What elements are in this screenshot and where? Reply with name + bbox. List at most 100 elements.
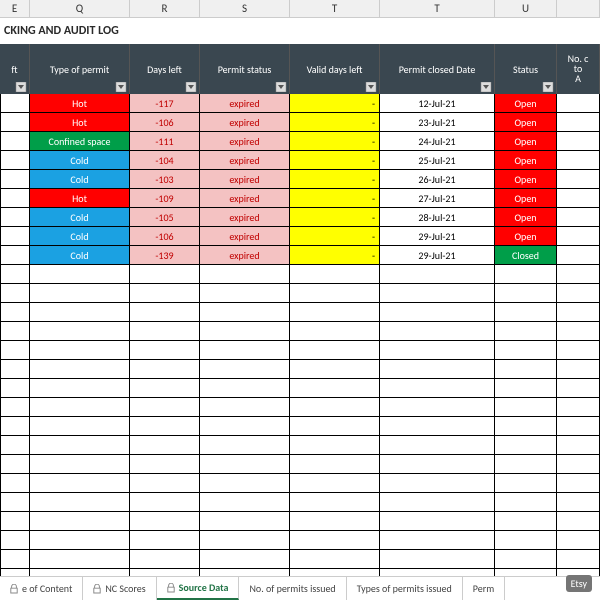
table-row[interactable] bbox=[0, 569, 600, 576]
cell[interactable] bbox=[557, 246, 600, 265]
status-cell[interactable]: Closed bbox=[495, 246, 557, 265]
header-cell[interactable]: Valid days left bbox=[290, 44, 380, 94]
filter-dropdown-icon[interactable] bbox=[542, 82, 554, 92]
col-letter[interactable]: R bbox=[130, 0, 200, 17]
col-letter[interactable]: T bbox=[380, 0, 495, 17]
col-letter[interactable] bbox=[557, 0, 600, 17]
header-cell[interactable]: Permit closed Date bbox=[380, 44, 495, 94]
col-letter[interactable]: S bbox=[200, 0, 290, 17]
col-letter[interactable]: U bbox=[495, 0, 557, 17]
closed-date-cell[interactable]: 26-Jul-21 bbox=[380, 170, 495, 189]
permit-status-cell[interactable]: expired bbox=[200, 94, 290, 113]
header-cell[interactable]: Permit status bbox=[200, 44, 290, 94]
table-row[interactable] bbox=[0, 531, 600, 550]
valid-days-cell[interactable]: - bbox=[290, 113, 380, 132]
cell[interactable] bbox=[557, 189, 600, 208]
filter-dropdown-icon[interactable] bbox=[365, 82, 377, 92]
status-cell[interactable]: Open bbox=[495, 94, 557, 113]
permit-status-cell[interactable]: expired bbox=[200, 113, 290, 132]
cell[interactable] bbox=[0, 151, 30, 170]
header-cell[interactable]: Days left bbox=[130, 44, 200, 94]
permit-type-cell[interactable]: Confined space bbox=[30, 132, 130, 151]
sheet-tab[interactable]: NC Scores bbox=[83, 577, 156, 600]
filter-dropdown-icon[interactable] bbox=[275, 82, 287, 92]
table-row[interactable] bbox=[0, 303, 600, 322]
filter-dropdown-icon[interactable] bbox=[115, 82, 127, 92]
cell[interactable] bbox=[557, 132, 600, 151]
cell[interactable] bbox=[0, 170, 30, 189]
days-left-cell[interactable]: -111 bbox=[130, 132, 200, 151]
status-cell[interactable]: Open bbox=[495, 151, 557, 170]
valid-days-cell[interactable]: - bbox=[290, 132, 380, 151]
table-row[interactable]: Hot-106expired-23-Jul-21Open bbox=[0, 113, 600, 132]
permit-status-cell[interactable]: expired bbox=[200, 227, 290, 246]
table-row[interactable]: Hot-117expired-12-Jul-21Open bbox=[0, 94, 600, 113]
cell[interactable] bbox=[0, 94, 30, 113]
permit-type-cell[interactable]: Cold bbox=[30, 170, 130, 189]
cell[interactable] bbox=[0, 113, 30, 132]
col-letter[interactable]: E bbox=[0, 0, 30, 17]
permit-status-cell[interactable]: expired bbox=[200, 132, 290, 151]
grid-body[interactable]: Hot-117expired-12-Jul-21OpenHot-106expir… bbox=[0, 94, 600, 576]
table-row[interactable]: Cold-103expired-26-Jul-21Open bbox=[0, 170, 600, 189]
status-cell[interactable]: Open bbox=[495, 189, 557, 208]
header-cell[interactable]: ft bbox=[0, 44, 30, 94]
permit-type-cell[interactable]: Hot bbox=[30, 94, 130, 113]
table-row[interactable] bbox=[0, 455, 600, 474]
table-row[interactable]: Cold-106expired-29-Jul-21Open bbox=[0, 227, 600, 246]
sheet-tab[interactable]: No. of permits issued bbox=[239, 577, 346, 600]
days-left-cell[interactable]: -106 bbox=[130, 227, 200, 246]
status-cell[interactable]: Open bbox=[495, 132, 557, 151]
table-row[interactable] bbox=[0, 379, 600, 398]
valid-days-cell[interactable]: - bbox=[290, 151, 380, 170]
filter-dropdown-icon[interactable] bbox=[185, 82, 197, 92]
table-row[interactable] bbox=[0, 474, 600, 493]
permit-status-cell[interactable]: expired bbox=[200, 170, 290, 189]
table-row[interactable]: Hot-109expired-27-Jul-21Open bbox=[0, 189, 600, 208]
cell[interactable] bbox=[0, 246, 30, 265]
permit-type-cell[interactable]: Cold bbox=[30, 151, 130, 170]
closed-date-cell[interactable]: 12-Jul-21 bbox=[380, 94, 495, 113]
sheet-tab[interactable]: Types of permits issued bbox=[347, 577, 463, 600]
status-cell[interactable]: Open bbox=[495, 227, 557, 246]
cell[interactable] bbox=[557, 94, 600, 113]
table-row[interactable] bbox=[0, 322, 600, 341]
days-left-cell[interactable]: -105 bbox=[130, 208, 200, 227]
table-row[interactable]: Cold-139expired-29-Jul-21Closed bbox=[0, 246, 600, 265]
days-left-cell[interactable]: -139 bbox=[130, 246, 200, 265]
cell[interactable] bbox=[557, 227, 600, 246]
table-row[interactable] bbox=[0, 265, 600, 284]
table-row[interactable] bbox=[0, 550, 600, 569]
header-cell[interactable]: No. c to A bbox=[557, 44, 600, 94]
table-row[interactable]: Cold-104expired-25-Jul-21Open bbox=[0, 151, 600, 170]
table-row[interactable] bbox=[0, 398, 600, 417]
closed-date-cell[interactable]: 28-Jul-21 bbox=[380, 208, 495, 227]
days-left-cell[interactable]: -106 bbox=[130, 113, 200, 132]
table-row[interactable] bbox=[0, 417, 600, 436]
filter-dropdown-icon[interactable] bbox=[15, 82, 27, 92]
filter-dropdown-icon[interactable] bbox=[480, 82, 492, 92]
sheet-tab[interactable]: Perm bbox=[463, 577, 505, 600]
table-row[interactable] bbox=[0, 284, 600, 303]
table-row[interactable]: Cold-105expired-28-Jul-21Open bbox=[0, 208, 600, 227]
status-cell[interactable]: Open bbox=[495, 113, 557, 132]
closed-date-cell[interactable]: 29-Jul-21 bbox=[380, 246, 495, 265]
valid-days-cell[interactable]: - bbox=[290, 94, 380, 113]
table-row[interactable] bbox=[0, 360, 600, 379]
days-left-cell[interactable]: -117 bbox=[130, 94, 200, 113]
closed-date-cell[interactable]: 27-Jul-21 bbox=[380, 189, 495, 208]
cell[interactable] bbox=[557, 113, 600, 132]
closed-date-cell[interactable]: 29-Jul-21 bbox=[380, 227, 495, 246]
status-cell[interactable]: Open bbox=[495, 208, 557, 227]
permit-status-cell[interactable]: expired bbox=[200, 189, 290, 208]
table-row[interactable] bbox=[0, 493, 600, 512]
cell[interactable] bbox=[557, 208, 600, 227]
cell[interactable] bbox=[0, 189, 30, 208]
permit-type-cell[interactable]: Hot bbox=[30, 189, 130, 208]
status-cell[interactable]: Open bbox=[495, 170, 557, 189]
col-letter[interactable]: Q bbox=[30, 0, 130, 17]
valid-days-cell[interactable]: - bbox=[290, 189, 380, 208]
table-row[interactable] bbox=[0, 512, 600, 531]
valid-days-cell[interactable]: - bbox=[290, 208, 380, 227]
cell[interactable] bbox=[557, 170, 600, 189]
